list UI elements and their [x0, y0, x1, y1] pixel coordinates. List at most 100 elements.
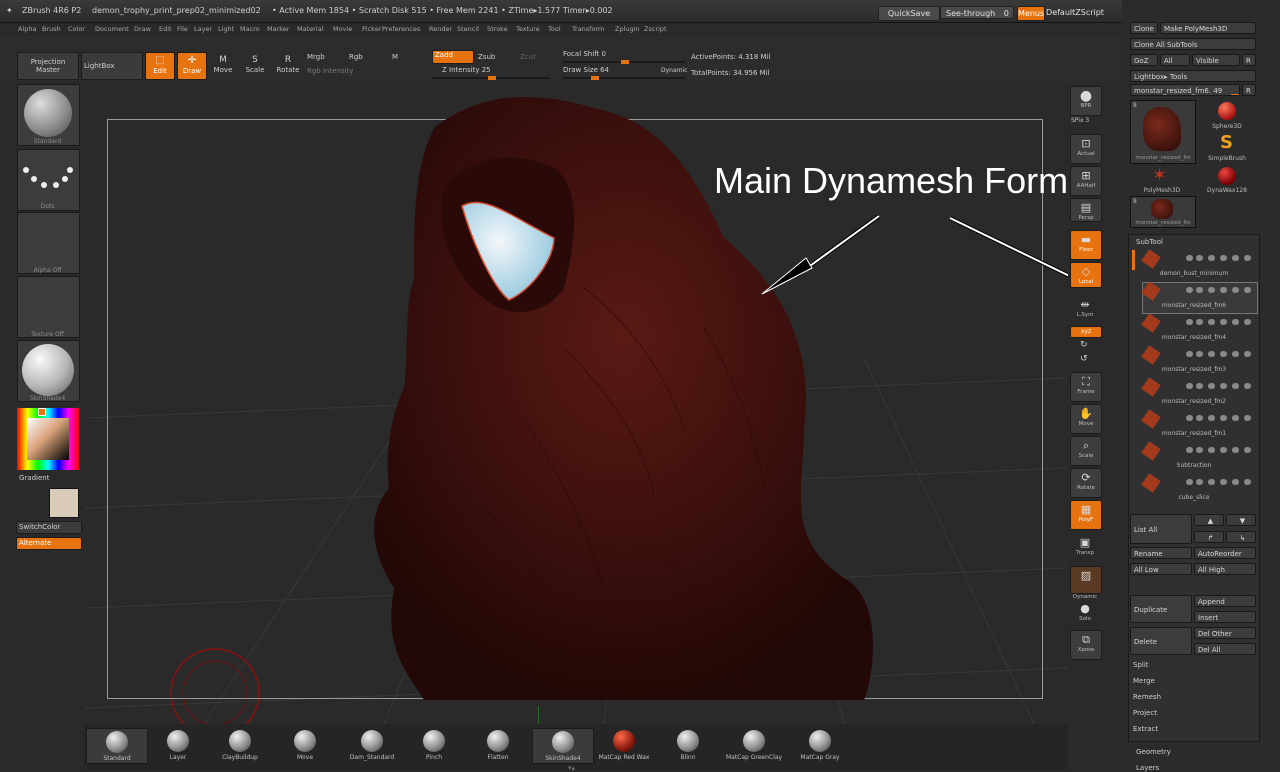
zadd-button[interactable]: Zadd	[432, 50, 474, 64]
aahalf-button[interactable]: ⊞ AAHalf	[1070, 166, 1102, 196]
xyz-button[interactable]: xyz	[1070, 326, 1102, 338]
floor-button[interactable]: ▬ Floor	[1070, 230, 1102, 260]
split-menu[interactable]: Split	[1133, 661, 1149, 669]
rotate-y-icon[interactable]: ↻	[1080, 340, 1088, 350]
subtool-toggles[interactable]	[1186, 255, 1252, 261]
subtool-header[interactable]: SubTool	[1136, 238, 1163, 246]
sphere3d-thumb[interactable]: Sphere3D	[1196, 100, 1258, 134]
stroke-selector[interactable]	[17, 149, 80, 211]
menu-render[interactable]: Render	[429, 25, 452, 33]
tool-thumb-secondary[interactable]: 8 monstar_resized_fm	[1130, 196, 1196, 228]
transp-button[interactable]: ▣ Transp	[1070, 534, 1100, 562]
hue-handle[interactable]	[38, 408, 46, 416]
persp-button[interactable]: ▤ Persp	[1070, 198, 1102, 222]
frame-button[interactable]: ⛶ Frame	[1070, 372, 1102, 402]
autoreorder-button[interactable]: AutoReorder	[1194, 547, 1256, 559]
lsym-button[interactable]: ⇹ L.Sym	[1070, 296, 1100, 318]
texture-selector[interactable]	[17, 276, 80, 338]
subtool-item[interactable]: monstar_resized_fm1	[1130, 409, 1258, 440]
focal-shift-slider[interactable]: Focal Shift 0	[563, 50, 606, 58]
scale-mode-button[interactable]: S Scale	[242, 52, 268, 78]
shelf-item-matcap-greenclay[interactable]: MatCap GreenClay	[724, 728, 784, 762]
subtool-toggles[interactable]	[1186, 319, 1252, 325]
project-menu[interactable]: Project	[1133, 709, 1157, 717]
shelf-item-matcap-red-wax[interactable]: MatCap Red Wax	[594, 728, 654, 762]
subtool-toggles[interactable]	[1186, 287, 1252, 293]
subtool-item[interactable]: demon_bust_minimum	[1130, 249, 1258, 280]
see-through-slider[interactable]: See-through 0	[940, 6, 1014, 19]
goz-visible-button[interactable]: Visible	[1192, 54, 1240, 66]
tool-thumb-current[interactable]: 8 monstar_resized_fm	[1130, 100, 1196, 164]
rotate-mode-button[interactable]: R Rotate	[274, 52, 302, 78]
solo-button[interactable]: Dynamic ● Solo	[1070, 594, 1100, 624]
subtool-item[interactable]: monstar_resized_fm6	[1130, 281, 1258, 312]
goz-r-button[interactable]: R	[1242, 54, 1256, 66]
actual-button[interactable]: ⊡ Actual	[1070, 134, 1102, 164]
zcut-button[interactable]: Zcut	[520, 53, 536, 61]
z-intensity-slider[interactable]: Z Intensity 25	[442, 66, 491, 74]
menu-alpha[interactable]: Alpha	[18, 25, 36, 33]
menu-layer[interactable]: Layer	[194, 25, 212, 33]
material-selector[interactable]	[17, 340, 80, 402]
move-mode-button[interactable]: M Move	[210, 52, 236, 78]
shelf-collapse-icon[interactable]: ▾▴	[568, 764, 575, 772]
simplebrush-thumb[interactable]: S SimpleBrush	[1196, 132, 1258, 164]
menu-texture[interactable]: Texture	[516, 25, 540, 33]
menus-toggle[interactable]: Menus	[1017, 6, 1045, 21]
brush-selector[interactable]	[17, 84, 80, 146]
extract-menu[interactable]: Extract	[1133, 725, 1158, 733]
menu-draw[interactable]: Draw	[134, 25, 151, 33]
menu-macro[interactable]: Macro	[240, 25, 260, 33]
move-up-icon[interactable]: ▲	[1194, 514, 1224, 526]
rename-button[interactable]: Rename	[1130, 547, 1192, 559]
bpr-button[interactable]: ● BPR	[1070, 86, 1102, 116]
list-all-button[interactable]: List All	[1130, 514, 1192, 544]
lightbox-tools-button[interactable]: Lightbox▸ Tools	[1130, 70, 1256, 82]
duplicate-button[interactable]: Duplicate	[1130, 595, 1192, 623]
shelf-item-dam_standard[interactable]: Dam_Standard	[342, 728, 402, 762]
subtool-toggles[interactable]	[1186, 383, 1252, 389]
mrgb-button[interactable]: Mrgb	[307, 53, 325, 61]
m-button[interactable]: M	[392, 53, 398, 61]
dynamic-button[interactable]: Dynamic	[661, 67, 687, 74]
lightbox-button[interactable]: LightBox	[81, 52, 143, 80]
append-button[interactable]: Append	[1194, 595, 1256, 607]
shelf-item-flatten[interactable]: Flatten	[468, 728, 528, 762]
shelf-item-standard[interactable]: Standard	[86, 728, 148, 764]
shelf-item-move[interactable]: Move	[275, 728, 335, 762]
subtool-item[interactable]: cube_slice	[1130, 473, 1258, 504]
menu-movie[interactable]: Movie	[333, 25, 352, 33]
shelf-item-pinch[interactable]: Pinch	[404, 728, 464, 762]
menu-light[interactable]: Light	[218, 25, 234, 33]
move-down-icon[interactable]: ▼	[1226, 514, 1256, 526]
shelf-item-matcap-gray[interactable]: MatCap Gray	[790, 728, 850, 762]
move-down-folder-icon[interactable]: ↳	[1226, 531, 1256, 543]
subtool-toggles[interactable]	[1186, 447, 1252, 453]
clone-button[interactable]: Clone	[1130, 22, 1158, 34]
menu-marker[interactable]: Marker	[267, 25, 289, 33]
rotate-z-icon[interactable]: ↺	[1080, 354, 1088, 364]
current-tool-slider[interactable]: monstar_resized_fm6. 49	[1130, 84, 1240, 96]
merge-menu[interactable]: Merge	[1133, 677, 1155, 685]
local-button[interactable]: ◇ Local	[1070, 262, 1102, 288]
make-polymesh-button[interactable]: Make PolyMesh3D	[1160, 22, 1256, 34]
polymesh3d-thumb[interactable]: ✶ PolyMesh3D	[1130, 165, 1194, 195]
menu-brush[interactable]: Brush	[42, 25, 61, 33]
color-square[interactable]	[27, 418, 69, 460]
color-picker[interactable]	[17, 408, 79, 470]
zsub-button[interactable]: Zsub	[478, 53, 495, 61]
goz-all-button[interactable]: All	[1160, 54, 1190, 66]
all-high-button[interactable]: All High	[1194, 563, 1256, 575]
dynawax-thumb[interactable]: DynaWax128	[1196, 165, 1258, 195]
subtool-toggles[interactable]	[1186, 351, 1252, 357]
current-tool-r-button[interactable]: R	[1242, 84, 1256, 96]
draw-size-track[interactable]	[563, 76, 685, 80]
draw-size-slider[interactable]: Draw Size 64	[563, 66, 609, 74]
menu-picker[interactable]: Picker	[362, 25, 381, 33]
alpha-selector[interactable]	[17, 212, 80, 274]
draw-mode-button[interactable]: ✛ Draw	[177, 52, 207, 80]
menu-color[interactable]: Color	[68, 25, 85, 33]
move-view-button[interactable]: ✋ Move	[1070, 404, 1102, 434]
subtool-toggles[interactable]	[1186, 415, 1252, 421]
scale-view-button[interactable]: ⌕ Scale	[1070, 436, 1102, 466]
